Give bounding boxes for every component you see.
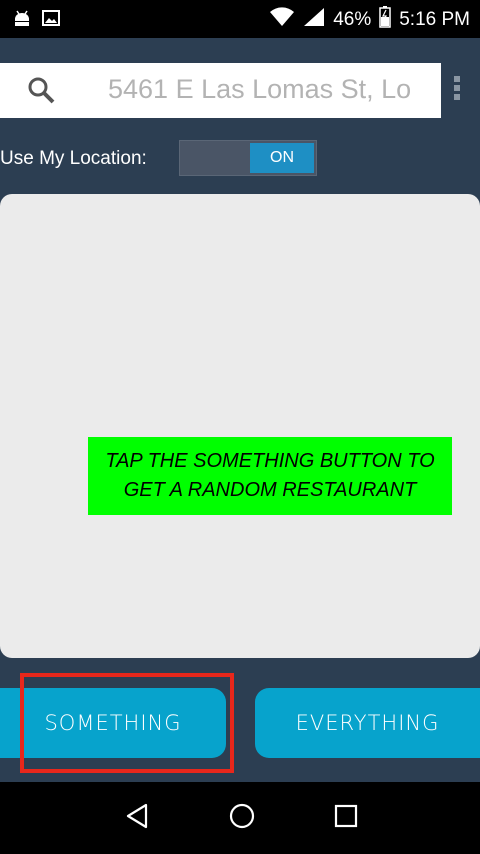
recents-icon[interactable] xyxy=(333,802,359,835)
hint-message: TAP THE SOMETHING BUTTON TO GET A RANDOM… xyxy=(88,437,452,515)
toggle-state: ON xyxy=(250,143,314,173)
search-bar[interactable]: 5461 E Las Lomas St, Lo xyxy=(0,63,441,118)
navigation-bar xyxy=(0,782,480,854)
battery-percent: 46% xyxy=(333,9,372,30)
battery-icon xyxy=(379,6,391,34)
android-debug-icon xyxy=(12,8,32,33)
result-panel xyxy=(0,194,480,658)
search-input[interactable]: 5461 E Las Lomas St, Lo xyxy=(108,74,422,108)
wifi-icon xyxy=(269,7,295,33)
status-bar: 46% 5:16 PM xyxy=(0,0,480,38)
everything-button[interactable]: EVERYTHING xyxy=(255,688,480,758)
overflow-menu-icon[interactable] xyxy=(450,76,464,106)
back-icon[interactable] xyxy=(124,802,150,835)
search-icon[interactable] xyxy=(26,75,56,110)
signal-icon xyxy=(303,7,325,33)
home-icon[interactable] xyxy=(228,802,256,835)
use-location-toggle[interactable]: ON xyxy=(179,140,317,176)
use-location-label: Use My Location: xyxy=(0,148,147,169)
clock: 5:16 PM xyxy=(399,9,470,30)
gallery-icon xyxy=(42,9,60,32)
highlight-box xyxy=(20,673,234,773)
